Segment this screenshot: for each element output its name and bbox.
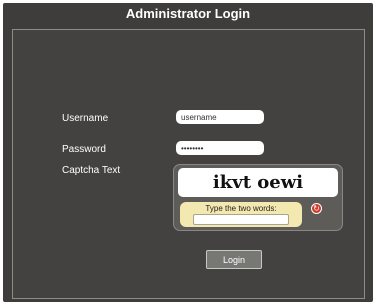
captcha-entry: Type the two words:	[180, 202, 302, 227]
captcha-hint: Type the two words:	[205, 204, 277, 213]
password-label: Password	[62, 144, 106, 155]
username-label: Username	[62, 113, 109, 124]
refresh-icon[interactable]: ↻	[311, 203, 322, 214]
captcha-image: ikvt oewi	[178, 168, 338, 197]
captcha-widget: ikvt oewi Type the two words: ↻	[173, 164, 343, 231]
password-input[interactable]	[176, 141, 264, 155]
captcha-input[interactable]	[193, 214, 289, 225]
captcha-label: Captcha Text	[62, 165, 121, 176]
username-input[interactable]	[176, 110, 264, 124]
login-button[interactable]: Login	[206, 250, 262, 269]
page-title: Administrator Login	[125, 6, 251, 21]
